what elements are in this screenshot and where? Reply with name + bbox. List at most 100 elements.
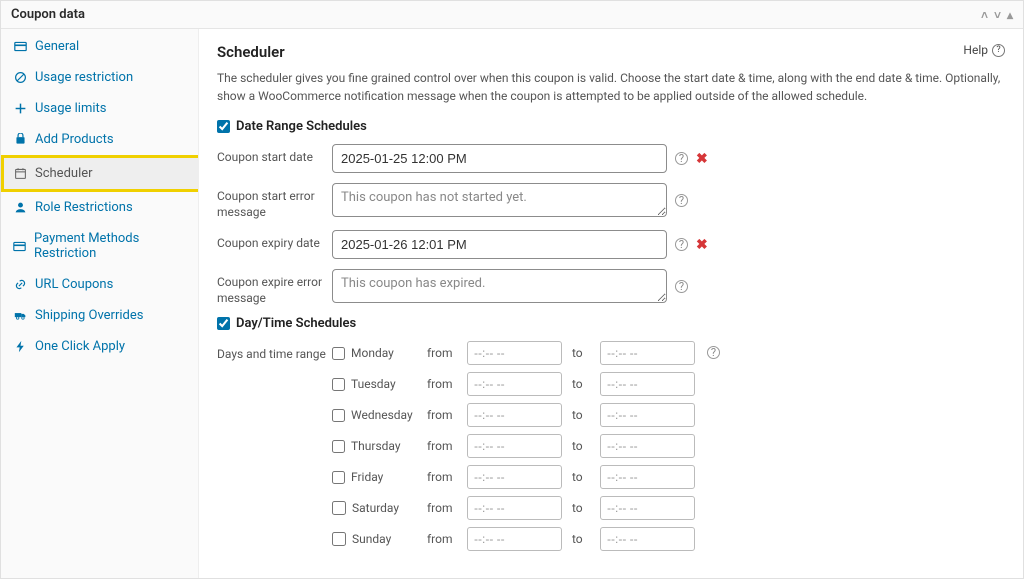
date-range-toggle[interactable] — [217, 120, 230, 133]
coupon-data-panel: Coupon data ˄ ˅ ▴ General Usage restrict… — [0, 0, 1024, 579]
help-label: Help — [963, 43, 988, 57]
sidebar-item-label: Payment Methods Restriction — [34, 231, 188, 261]
to-label: to — [572, 439, 590, 453]
main-header: Scheduler Help ? — [217, 43, 1005, 69]
to-label: to — [572, 408, 590, 422]
day-row-thursday: Thursday from to — [332, 434, 695, 458]
time-from-monday[interactable] — [467, 341, 562, 365]
panel-body: General Usage restriction Usage limits A… — [1, 29, 1023, 578]
time-to-sunday[interactable] — [600, 527, 695, 551]
expiry-date-input[interactable] — [332, 230, 667, 259]
row-expire-error: Coupon expire error message ? — [217, 269, 1005, 306]
start-date-input[interactable] — [332, 144, 667, 173]
help-link[interactable]: Help ? — [963, 43, 1005, 57]
to-label: to — [572, 377, 590, 391]
daytime-help-wrap: ? — [707, 341, 720, 360]
sidebar-item-label: Scheduler — [35, 166, 93, 181]
days-range-label: Days and time range — [217, 341, 332, 363]
sidebar-item-one-click-apply[interactable]: One Click Apply — [1, 331, 198, 362]
plus-icon — [13, 102, 27, 115]
day-label: Sunday — [352, 532, 391, 546]
date-range-heading: Date Range Schedules — [217, 119, 1005, 134]
day-label: Thursday — [351, 439, 401, 453]
help-icon[interactable]: ? — [707, 346, 720, 359]
help-icon[interactable]: ? — [675, 280, 688, 293]
day-schedule-block: Days and time range Monday from to Tuesd… — [217, 341, 1005, 558]
sidebar-item-url-coupons[interactable]: URL Coupons — [1, 269, 198, 300]
day-rows: Monday from to Tuesday from to W — [332, 341, 695, 558]
intro-text: The scheduler gives you fine grained con… — [217, 69, 1005, 105]
day-row-saturday: Saturday from to — [332, 496, 695, 520]
from-label: from — [427, 532, 457, 546]
time-to-thursday[interactable] — [600, 434, 695, 458]
day-label: Monday — [351, 346, 394, 360]
sidebar-item-scheduler[interactable]: Scheduler — [1, 155, 198, 192]
start-error-textarea[interactable] — [332, 183, 667, 217]
day-check-monday[interactable] — [332, 347, 345, 360]
to-label: to — [572, 470, 590, 484]
sidebar-item-label: General — [35, 39, 79, 54]
sidebar-item-label: Shipping Overrides — [35, 308, 143, 323]
sidebar-item-shipping-overrides[interactable]: Shipping Overrides — [1, 300, 198, 331]
expire-error-textarea[interactable] — [332, 269, 667, 303]
from-label: from — [427, 377, 457, 391]
help-icon[interactable]: ? — [675, 194, 688, 207]
start-error-label: Coupon start error message — [217, 183, 332, 220]
time-from-friday[interactable] — [467, 465, 562, 489]
panel-down-icon[interactable]: ˅ — [994, 8, 1001, 22]
time-from-sunday[interactable] — [467, 527, 562, 551]
help-icon[interactable]: ? — [675, 152, 688, 165]
remove-expiry-icon[interactable]: ✖ — [696, 237, 708, 253]
sidebar-item-label: Add Products — [35, 132, 114, 147]
help-icon[interactable]: ? — [675, 238, 688, 251]
date-range-title: Date Range Schedules — [236, 119, 367, 134]
panel-title: Coupon data — [11, 7, 85, 22]
day-row-wednesday: Wednesday from to — [332, 403, 695, 427]
day-check-tuesday[interactable] — [332, 378, 345, 391]
to-label: to — [572, 346, 590, 360]
time-from-tuesday[interactable] — [467, 372, 562, 396]
user-icon — [13, 201, 27, 214]
sidebar-item-label: URL Coupons — [35, 277, 113, 292]
panel-up-icon[interactable]: ˄ — [981, 8, 988, 22]
expiry-date-label: Coupon expiry date — [217, 230, 332, 252]
expire-error-label: Coupon expire error message — [217, 269, 332, 306]
start-date-label: Coupon start date — [217, 144, 332, 166]
day-check-sunday[interactable] — [332, 532, 346, 546]
time-to-friday[interactable] — [600, 465, 695, 489]
daytime-heading: Day/Time Schedules — [217, 316, 1005, 331]
time-to-saturday[interactable] — [600, 496, 695, 520]
sidebar-item-usage-restriction[interactable]: Usage restriction — [1, 62, 198, 93]
help-icon: ? — [992, 44, 1005, 57]
daytime-toggle[interactable] — [217, 317, 230, 330]
sidebar-item-usage-limits[interactable]: Usage limits — [1, 93, 198, 124]
row-start-date: Coupon start date ? ✖ — [217, 144, 1005, 173]
day-label: Saturday — [352, 501, 399, 515]
day-check-thursday[interactable] — [332, 440, 345, 453]
from-label: from — [427, 439, 457, 453]
time-to-wednesday[interactable] — [600, 403, 695, 427]
sidebar-item-add-products[interactable]: Add Products — [1, 124, 198, 155]
sidebar-item-payment-methods[interactable]: Payment Methods Restriction — [1, 223, 198, 269]
remove-start-icon[interactable]: ✖ — [696, 151, 708, 167]
sidebar-item-label: Usage restriction — [35, 70, 133, 85]
sidebar-item-role-restrictions[interactable]: Role Restrictions — [1, 192, 198, 223]
day-row-monday: Monday from to — [332, 341, 695, 365]
calendar-icon — [13, 167, 27, 180]
page-title: Scheduler — [217, 43, 285, 61]
day-check-saturday[interactable] — [332, 501, 346, 515]
time-from-saturday[interactable] — [467, 496, 562, 520]
day-label: Wednesday — [351, 408, 413, 422]
day-check-wednesday[interactable] — [332, 409, 345, 422]
sidebar-item-general[interactable]: General — [1, 31, 198, 62]
time-from-wednesday[interactable] — [467, 403, 562, 427]
general-icon — [13, 40, 27, 53]
from-label: from — [427, 408, 457, 422]
time-to-monday[interactable] — [600, 341, 695, 365]
time-to-tuesday[interactable] — [600, 372, 695, 396]
day-check-friday[interactable] — [332, 471, 345, 484]
time-from-thursday[interactable] — [467, 434, 562, 458]
to-label: to — [572, 501, 590, 515]
daytime-title: Day/Time Schedules — [236, 316, 356, 331]
panel-collapse-icon[interactable]: ▴ — [1007, 8, 1013, 22]
